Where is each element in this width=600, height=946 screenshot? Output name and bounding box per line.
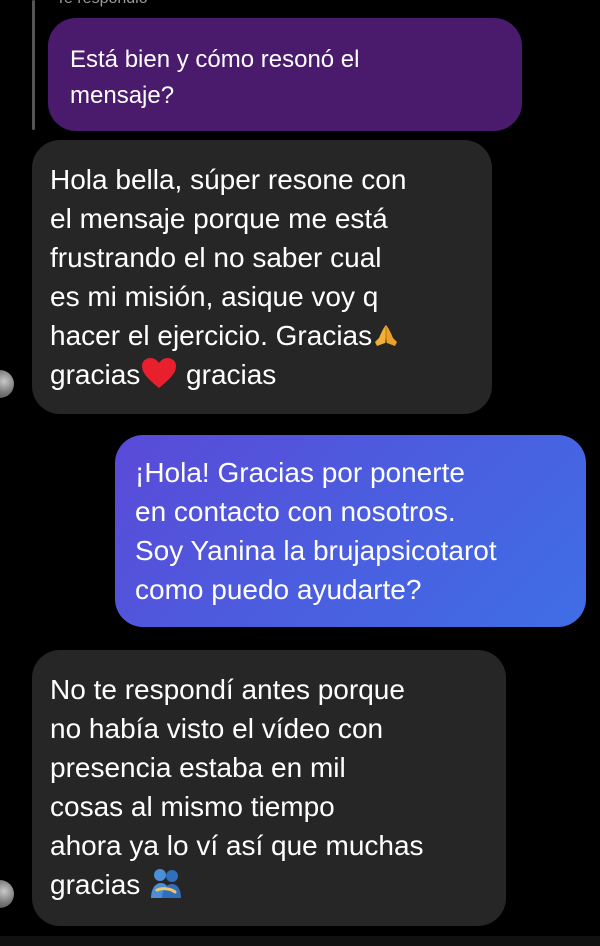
message-line: gracias xyxy=(50,869,149,900)
quoted-message-bubble[interactable]: Está bien y cómo resonó el mensaje? xyxy=(48,18,522,131)
avatar[interactable] xyxy=(0,370,14,398)
message-line: hacer el ejercicio. Gracias xyxy=(50,320,373,351)
outgoing-message-bubble[interactable]: ¡Hola! Gracias por ponerte en contacto c… xyxy=(115,435,586,627)
reply-indicator-bar xyxy=(32,0,35,130)
message-line: gracias xyxy=(50,359,141,390)
message-line: no había visto el vídeo con xyxy=(50,713,384,744)
quoted-message-text: Está bien y cómo resonó el mensaje? xyxy=(70,46,360,109)
red-heart-icon xyxy=(142,358,177,388)
message-line: cosas al mismo tiempo xyxy=(50,791,335,822)
folded-hands-icon xyxy=(375,325,398,346)
incoming-message-bubble[interactable]: No te respondí antes porque no había vis… xyxy=(32,650,506,926)
message-line: frustrando el no saber cual xyxy=(50,242,382,273)
message-line: No te respondí antes porque xyxy=(50,674,405,705)
message-line: gracias xyxy=(178,359,277,390)
people-hugging-icon xyxy=(151,869,182,898)
reply-header: Te respondió xyxy=(56,0,148,8)
outgoing-message-text: ¡Hola! Gracias por ponerte en contacto c… xyxy=(135,457,497,605)
composer-edge xyxy=(0,936,600,946)
message-line: el mensaje porque me está xyxy=(50,203,388,234)
message-line: Hola bella, súper resone con xyxy=(50,164,407,195)
message-line: es mi misión, asique voy q xyxy=(50,281,379,312)
incoming-message-bubble[interactable]: Hola bella, súper resone con el mensaje … xyxy=(32,140,492,414)
chat-screen: Te respondió Está bien y cómo resonó el … xyxy=(0,0,600,946)
message-line: presencia estaba en mil xyxy=(50,752,346,783)
avatar[interactable] xyxy=(0,880,14,908)
message-line: ahora ya lo ví así que muchas xyxy=(50,830,424,861)
